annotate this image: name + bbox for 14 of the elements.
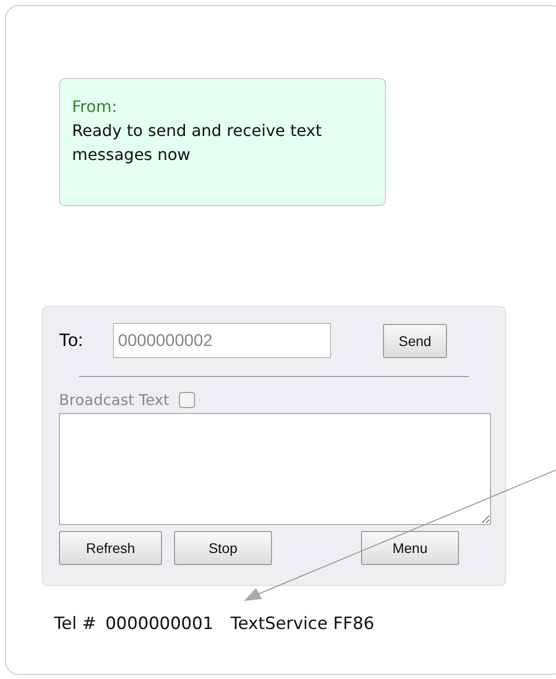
tel-number: 0000000001	[105, 614, 214, 634]
to-label: To:	[59, 330, 84, 351]
service-name: TextService FF86	[230, 614, 374, 634]
stop-button[interactable]: Stop	[174, 531, 272, 565]
message-input-field[interactable]	[59, 413, 491, 525]
refresh-button[interactable]: Refresh	[59, 531, 162, 565]
broadcast-label: Broadcast Text	[59, 391, 170, 409]
message-text: Ready to send and receive text messages now	[72, 120, 323, 166]
tel-label: Tel #	[54, 614, 96, 634]
menu-button[interactable]: Menu	[361, 531, 459, 565]
broadcast-checkbox[interactable]	[179, 392, 196, 408]
send-button[interactable]: Send	[383, 324, 447, 358]
sender-label: From:	[72, 96, 118, 118]
recipient-input-field[interactable]: 0000000002	[113, 323, 331, 358]
